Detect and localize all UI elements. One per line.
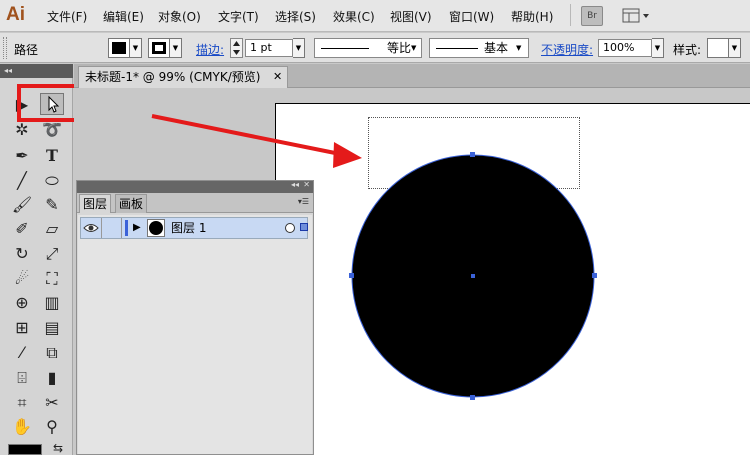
stroke-weight-spinner-icon[interactable]	[230, 38, 243, 58]
rotate-icon[interactable]: ↻	[10, 243, 34, 265]
zoom-icon[interactable]: ⚲	[40, 416, 64, 438]
panel-menu-icon[interactable]: ▾☰	[298, 197, 309, 206]
control-bar: 路径 ▼ ▼ 描边: 1 pt ▼ 等比 ▼ 基本 ▼ 不透明度: 100% ▼…	[0, 33, 750, 63]
style-label: 样式:	[673, 43, 702, 57]
selection-marquee	[368, 117, 580, 189]
menu-object[interactable]: 对象(O)	[158, 8, 201, 25]
row-divider	[121, 218, 122, 238]
magic-wand-icon[interactable]: ✲	[10, 119, 34, 141]
fill-color-chip	[112, 42, 126, 54]
line-icon[interactable]: ╱	[10, 170, 34, 192]
tab-artboards[interactable]: 画板	[115, 194, 148, 213]
selection-type-label: 路径	[14, 43, 39, 57]
swap-colors-icon[interactable]: ⇆	[46, 437, 70, 455]
ellipse-icon[interactable]: ⬭	[40, 170, 64, 192]
eyedropper-icon[interactable]: ⁄	[10, 342, 34, 364]
document-tab[interactable]: 未标题-1* @ 99% (CMYK/预览) ✕	[78, 66, 288, 88]
menu-file[interactable]: 文件(F)	[47, 8, 87, 25]
graphic-style-dropdown-icon[interactable]: ▼	[729, 38, 741, 58]
variable-width-profile-select[interactable]: 等比 ▼	[314, 38, 422, 58]
pencil-icon[interactable]: ✎	[40, 194, 64, 216]
paintbrush-icon[interactable]: 🖌	[10, 194, 34, 216]
opacity-dropdown-icon[interactable]: ▼	[652, 38, 664, 58]
warp-icon[interactable]: ☄	[10, 268, 34, 290]
gradient-icon[interactable]: ▤	[40, 317, 64, 339]
stroke-color-chip	[152, 42, 166, 54]
close-icon[interactable]: ✕	[273, 67, 282, 87]
layer-name[interactable]: 图层 1	[171, 218, 206, 238]
menu-effect[interactable]: 效果(C)	[333, 8, 375, 25]
document-tab-title: 未标题-1* @ 99% (CMYK/预览)	[85, 70, 261, 84]
opacity-link[interactable]: 不透明度:	[541, 41, 593, 58]
brush-label: 基本	[484, 41, 509, 55]
menu-divider	[570, 4, 571, 26]
menu-bar: Ai 文件(F) 编辑(E) 对象(O) 文字(T) 选择(S) 效果(C) 视…	[0, 0, 750, 32]
tools-panel-collapse-icon[interactable]: ◂◂	[0, 64, 73, 78]
hand-icon[interactable]: ✋	[10, 416, 34, 438]
layers-panel-header[interactable]: ◂◂ ✕	[77, 180, 313, 193]
panel-collapse-icon[interactable]: ◂◂	[291, 180, 299, 189]
perspective-grid-icon[interactable]: ▥	[40, 292, 64, 314]
layers-list: ▶ 图层 1	[78, 215, 312, 454]
scale-icon[interactable]: ⤢	[40, 243, 64, 265]
lasso-icon[interactable]: ➰	[40, 119, 64, 141]
brush-line-preview	[436, 48, 478, 49]
artboard-icon[interactable]: ⌗	[10, 392, 34, 414]
eraser-icon[interactable]: ▱	[40, 218, 64, 240]
selection-indicator-icon[interactable]	[300, 223, 308, 231]
layers-panel: ◂◂ ✕ 图层 画板 ▾☰ ▶ 图层 1	[76, 180, 314, 455]
column-graph-icon[interactable]: ▮	[40, 367, 64, 389]
stroke-swatch[interactable]	[148, 38, 170, 58]
menu-edit[interactable]: 编辑(E)	[103, 8, 144, 25]
brush-dropdown-icon: ▼	[516, 44, 522, 52]
menu-select[interactable]: 选择(S)	[275, 8, 316, 25]
blob-brush-icon[interactable]: ✐	[10, 218, 34, 240]
mesh-icon[interactable]: ⊞	[10, 317, 34, 339]
type-icon[interactable]: T	[40, 145, 64, 167]
shape-builder-icon[interactable]: ⊕	[10, 292, 34, 314]
profile-line-preview	[321, 48, 369, 49]
menu-window[interactable]: 窗口(W)	[449, 8, 494, 25]
stroke-weight-input[interactable]: 1 pt	[245, 39, 293, 57]
graphic-style-swatch[interactable]	[707, 38, 729, 58]
stroke-weight-dropdown-icon[interactable]: ▼	[293, 38, 305, 58]
free-transform-icon[interactable]: ⛶	[40, 268, 64, 290]
layer-color-indicator	[125, 220, 128, 236]
brush-definition-select[interactable]: 基本 ▼	[429, 38, 529, 58]
tab-layers[interactable]: 图层	[79, 194, 112, 213]
expand-triangle-icon[interactable]: ▶	[133, 218, 141, 238]
opacity-input[interactable]: 100%	[598, 39, 652, 57]
document-tab-bar: 未标题-1* @ 99% (CMYK/预览) ✕	[74, 64, 750, 88]
row-divider	[101, 218, 102, 238]
menu-help[interactable]: 帮助(H)	[511, 8, 553, 25]
slice-icon[interactable]: ✂	[40, 392, 64, 414]
app-logo: Ai	[6, 4, 25, 25]
profile-label: 等比	[387, 41, 412, 55]
selection-tool-highlight	[17, 84, 80, 122]
fill-swatch[interactable]	[108, 38, 130, 58]
fill-color-indicator[interactable]	[8, 444, 42, 455]
stroke-link[interactable]: 描边:	[196, 41, 224, 58]
pen-icon[interactable]: ✒	[10, 145, 34, 167]
layer-thumbnail	[147, 219, 165, 237]
control-bar-grip[interactable]	[3, 37, 7, 59]
stroke-dropdown-icon[interactable]: ▼	[170, 38, 182, 58]
profile-dropdown-icon: ▼	[411, 44, 417, 52]
target-icon[interactable]	[285, 223, 295, 233]
panel-close-icon[interactable]: ✕	[303, 180, 310, 189]
menu-type[interactable]: 文字(T)	[218, 8, 259, 25]
blend-icon[interactable]: ⧉	[40, 342, 64, 364]
visibility-eye-icon[interactable]	[83, 221, 99, 235]
layers-panel-tabs: 图层 画板 ▾☰	[77, 193, 313, 213]
menu-view[interactable]: 视图(V)	[390, 8, 432, 25]
symbol-sprayer-icon[interactable]: ⌹	[10, 367, 34, 389]
bridge-button[interactable]: Br	[581, 6, 603, 26]
workspace-switcher-icon[interactable]	[622, 7, 652, 25]
layer-row[interactable]: ▶ 图层 1	[80, 217, 308, 239]
fill-dropdown-icon[interactable]: ▼	[130, 38, 142, 58]
